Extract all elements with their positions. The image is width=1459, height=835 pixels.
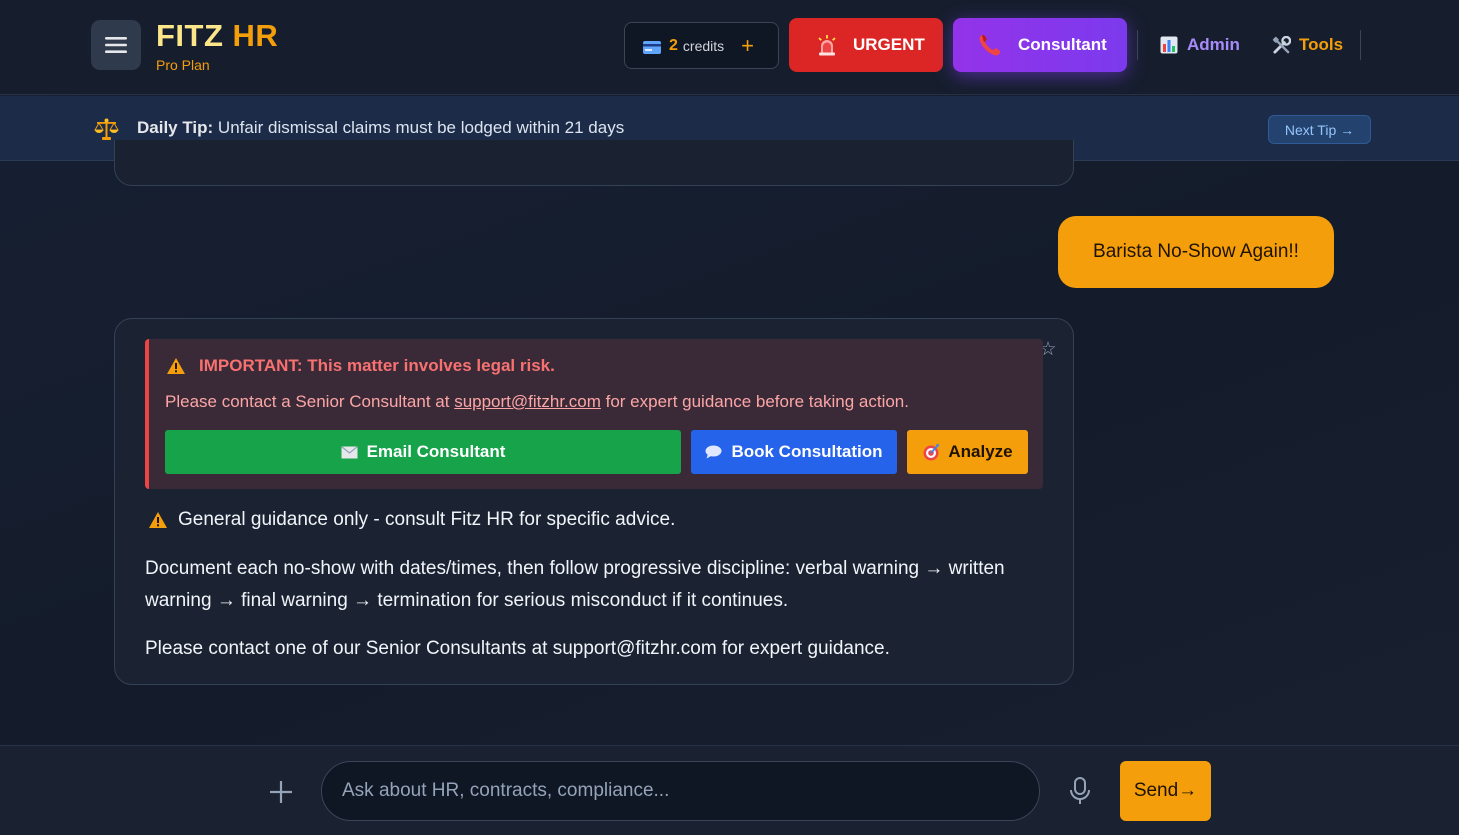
analyze-label: Analyze [948, 442, 1013, 461]
brand-logo: FITZ HR [156, 17, 278, 55]
email-consultant-button[interactable]: Email Consultant [165, 430, 681, 474]
guidance-text: General guidance only - consult Fitz HR … [178, 509, 676, 530]
tools-label: Tools [1299, 35, 1344, 54]
alert-title: IMPORTANT: This matter involves legal ri… [166, 356, 555, 376]
scales-icon [94, 118, 119, 140]
user-message-text: Barista No-Show Again!! [1093, 241, 1299, 262]
menu-button[interactable] [91, 20, 141, 70]
daily-tip-prefix: Daily Tip: [137, 118, 214, 137]
admin-link[interactable]: Admin [1160, 35, 1240, 55]
user-message-bubble: Barista No-Show Again!! [1058, 216, 1334, 288]
bar-chart-icon [1160, 36, 1178, 54]
next-tip-button[interactable]: Next Tip → [1268, 115, 1371, 144]
admin-label: Admin [1187, 35, 1240, 54]
plan-label: Pro Plan [156, 57, 210, 73]
guidance-disclaimer: General guidance only - consult Fitz HR … [148, 509, 675, 531]
add-credits-icon[interactable]: + [741, 34, 754, 56]
microphone-icon[interactable] [1068, 776, 1092, 806]
urgent-label: URGENT [853, 35, 925, 54]
book-consultation-label: Book Consultation [731, 442, 883, 461]
speech-bubble-icon [705, 445, 722, 459]
alert-body-after: for expert guidance before taking action… [600, 392, 909, 411]
analyze-button[interactable]: Analyze [907, 430, 1028, 474]
brand-suffix: HR [223, 18, 279, 53]
consultant-label: Consultant [1018, 35, 1107, 54]
alert-body-before: Please contact a Senior Consultant at [165, 392, 455, 411]
email-consultant-label: Email Consultant [366, 442, 506, 461]
phone-icon [979, 35, 1000, 56]
header-divider [1137, 30, 1138, 60]
daily-tip-text: Daily Tip: Unfair dismissal claims must … [137, 118, 624, 138]
credits-count: 2 [669, 36, 678, 54]
alert-body: Please contact a Senior Consultant at su… [165, 392, 909, 412]
tools-link[interactable]: Tools [1272, 35, 1343, 55]
chat-input[interactable] [321, 761, 1040, 821]
urgent-button[interactable]: URGENT [789, 18, 943, 72]
daily-tip-content: Unfair dismissal claims must be lodged w… [213, 118, 625, 137]
warning-icon [167, 358, 185, 374]
advice-paragraph: Document each no-show with dates/times, … [145, 558, 1005, 611]
hamburger-icon [105, 37, 127, 53]
credit-card-icon [643, 41, 661, 54]
book-consultation-button[interactable]: Book Consultation [691, 430, 897, 474]
brand-name: FITZ [156, 18, 224, 53]
previous-message-card [114, 140, 1074, 186]
consultant-button[interactable]: Consultant [953, 18, 1127, 72]
credits-label: credits [682, 37, 725, 54]
siren-icon [818, 35, 836, 56]
warning-icon [149, 512, 167, 528]
plus-icon[interactable] [266, 777, 296, 807]
credits-button[interactable]: 2 credits + [624, 22, 779, 69]
support-email-link[interactable]: support@fitzhr.com [454, 392, 601, 411]
tools-icon [1272, 35, 1291, 54]
contact-paragraph: Please contact one of our Senior Consult… [145, 638, 890, 659]
envelope-icon [340, 445, 358, 458]
target-icon [923, 444, 940, 461]
header-divider [1360, 30, 1361, 60]
send-button[interactable]: Send→ [1120, 761, 1211, 821]
alert-title-text: IMPORTANT: This matter involves legal ri… [199, 356, 555, 375]
